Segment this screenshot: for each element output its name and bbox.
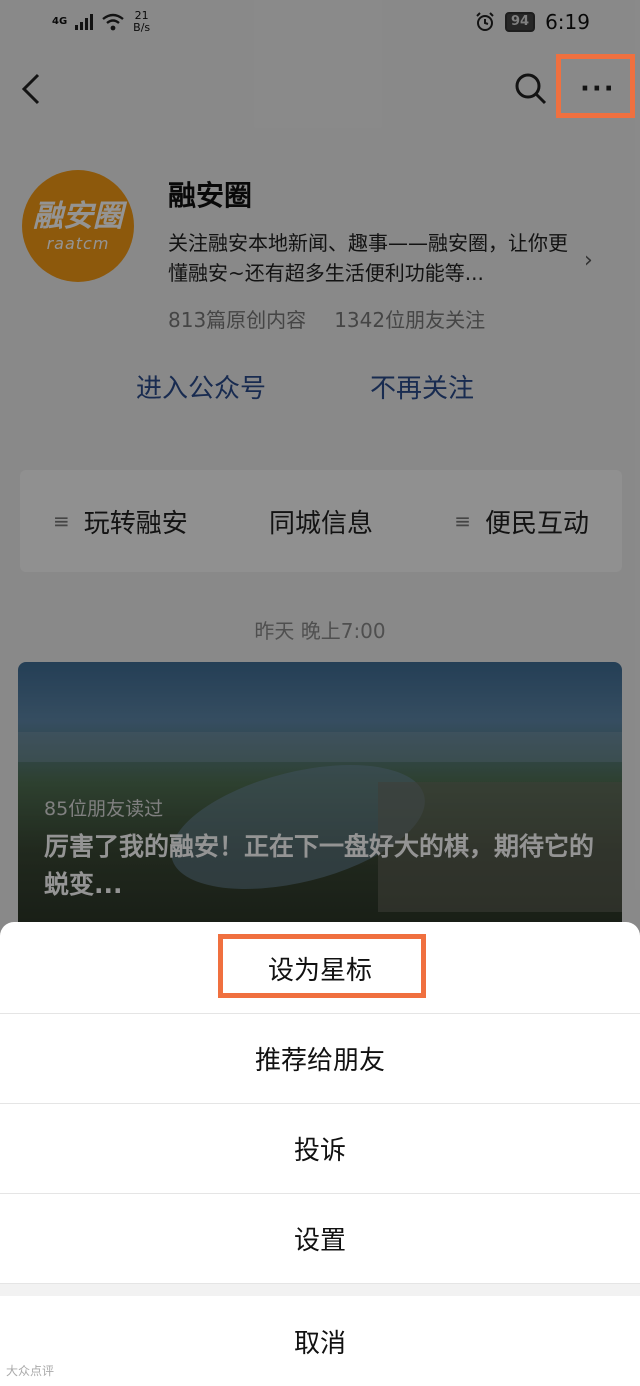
set-star-highlight <box>218 934 426 998</box>
complain-button[interactable]: 投诉 <box>0 1104 640 1194</box>
watermark: 大众点评 <box>6 1364 55 1378</box>
cancel-button[interactable]: 取消 <box>0 1296 640 1386</box>
recommend-button[interactable]: 推荐给朋友 <box>0 1014 640 1104</box>
more-options-highlight <box>556 54 635 118</box>
settings-button[interactable]: 设置 <box>0 1194 640 1284</box>
sheet-divider <box>0 1284 640 1296</box>
